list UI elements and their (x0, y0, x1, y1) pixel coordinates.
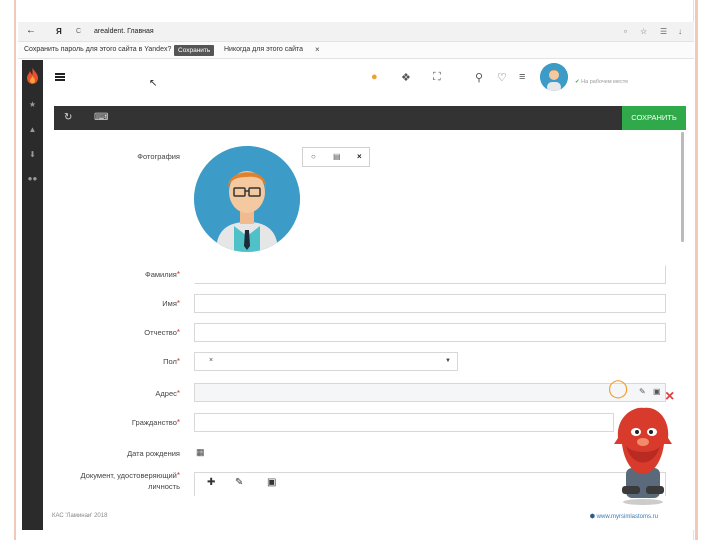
footer-link[interactable]: ⬢ www.myrsimlastoms.ru (590, 513, 658, 520)
status-text: На рабочем месте (581, 79, 629, 85)
group-icon[interactable]: ●● (22, 174, 43, 183)
zoom-icon[interactable]: ○ (311, 152, 316, 161)
remove-photo-icon[interactable]: × (357, 152, 362, 161)
flame-logo-icon[interactable] (26, 68, 39, 84)
edit-pencil-icon[interactable]: ✎ (639, 387, 646, 396)
close-icon[interactable]: × (315, 45, 320, 54)
person-photo-icon (194, 146, 300, 252)
label-citizenship: Гражданство* (131, 418, 180, 427)
label-address: Адрес* (155, 389, 180, 398)
sidebar: ★ ▲ ⬇ ●● (22, 60, 43, 530)
company-logo-icon: ⬢ (589, 514, 595, 520)
label-photo: Фотография (137, 152, 180, 161)
chevron-down-icon[interactable]: ▼ (445, 358, 451, 364)
trash-icon[interactable]: ▣ (653, 387, 661, 396)
sex-clear[interactable]: × (209, 357, 213, 364)
sex-select[interactable]: × ▼ (194, 352, 458, 371)
browser-tabbar: ← Я C arealdent. Главная ▫ ☆ ☰ ↓ (18, 22, 694, 42)
back-arrow-icon[interactable]: ← (26, 26, 36, 36)
user-avatar[interactable] (540, 63, 568, 91)
patronymic-input[interactable] (194, 323, 666, 342)
add-icon[interactable]: ✚ (207, 477, 215, 488)
list-icon[interactable]: ≡ (519, 71, 525, 83)
label-patronymic: Отчество* (144, 328, 180, 337)
password-prompt: Сохранить пароль для этого сайта в Yande… (24, 46, 172, 53)
lightbulb-hint-icon[interactable]: ◯ (608, 378, 628, 399)
form-toolbar: ↻ ⌨ СОХРАНИТЬ (54, 106, 686, 130)
label-surname: Фамилия* (145, 270, 180, 279)
bell-icon[interactable]: ♡ (497, 71, 507, 84)
name-input[interactable] (194, 294, 666, 313)
photo-toolbox: ○ ▤ × (302, 147, 370, 167)
label-birthdate: Дата рождения (127, 449, 180, 458)
extension-icon[interactable]: ▫ (624, 27, 627, 36)
yandex-logo[interactable]: Я (56, 27, 62, 36)
scrollbar[interactable] (681, 132, 684, 242)
citizenship-input[interactable] (194, 413, 614, 432)
fullscreen-icon[interactable]: ⛶ (433, 71, 441, 84)
slide: ← Я C arealdent. Главная ▫ ☆ ☰ ↓ Сохрани… (0, 0, 720, 540)
lightbulb-icon[interactable]: ● (371, 71, 378, 83)
keyboard-icon[interactable]: ⌨ (94, 112, 108, 123)
calendar-icon[interactable]: ▦ (196, 447, 205, 458)
password-save-button[interactable]: Сохранить (174, 45, 215, 56)
mouse-cursor-icon: ↖ (149, 78, 158, 89)
label-name: Имя* (162, 299, 180, 308)
password-never-link[interactable]: Никогда для этого сайта (224, 46, 303, 53)
menu-lines-icon[interactable]: ☰ (660, 27, 667, 36)
image-icon[interactable]: ▤ (333, 152, 341, 161)
gnome-mascot-icon (614, 407, 672, 505)
app-topbar: ↖ ● ❖ ⛶ ⚲ ♡ ≡ ✔ На рабочем месте (43, 60, 694, 96)
slide-border-left (14, 0, 16, 540)
status-indicator: ✔ На рабочем месте (575, 79, 629, 85)
photo-avatar[interactable] (194, 146, 300, 252)
footer-copyright: КАС 'Ламинаи' 2018 (52, 513, 108, 519)
slide-border-right (695, 0, 698, 540)
password-save-bar: Сохранить пароль для этого сайта в Yande… (18, 42, 694, 59)
delete-icon[interactable]: ▣ (267, 477, 276, 488)
document-field: ✚ ✎ ▣ (194, 472, 666, 496)
download-icon[interactable]: ⬇ (22, 150, 43, 159)
cap-icon[interactable]: ▲ (22, 125, 43, 134)
address-crumb[interactable]: C (76, 28, 81, 35)
surname-input[interactable] (194, 265, 666, 284)
save-button[interactable]: СОХРАНИТЬ (622, 106, 686, 130)
handshake-icon[interactable]: ❖ (401, 71, 411, 84)
page-footer: КАС 'Ламинаи' 2018 ⬢ www.myrsimlastoms.r… (36, 508, 668, 524)
star-icon[interactable]: ★ (22, 100, 43, 109)
label-sex: Пол* (163, 357, 180, 366)
refresh-icon[interactable]: ↻ (64, 112, 72, 123)
bookmark-star-icon[interactable]: ☆ (640, 27, 647, 36)
address-input[interactable]: ✎ ▣ (194, 383, 666, 402)
edit-icon[interactable]: ✎ (235, 477, 243, 488)
page-title-address[interactable]: arealdent. Главная (94, 28, 154, 35)
headset-icon[interactable]: ⚲ (475, 71, 483, 84)
label-document: Документ, удостоверяющий* личность (80, 471, 180, 491)
download-arrow-icon[interactable]: ↓ (678, 27, 682, 36)
hamburger-menu-icon[interactable] (55, 73, 65, 81)
avatar-person-icon (540, 63, 568, 91)
